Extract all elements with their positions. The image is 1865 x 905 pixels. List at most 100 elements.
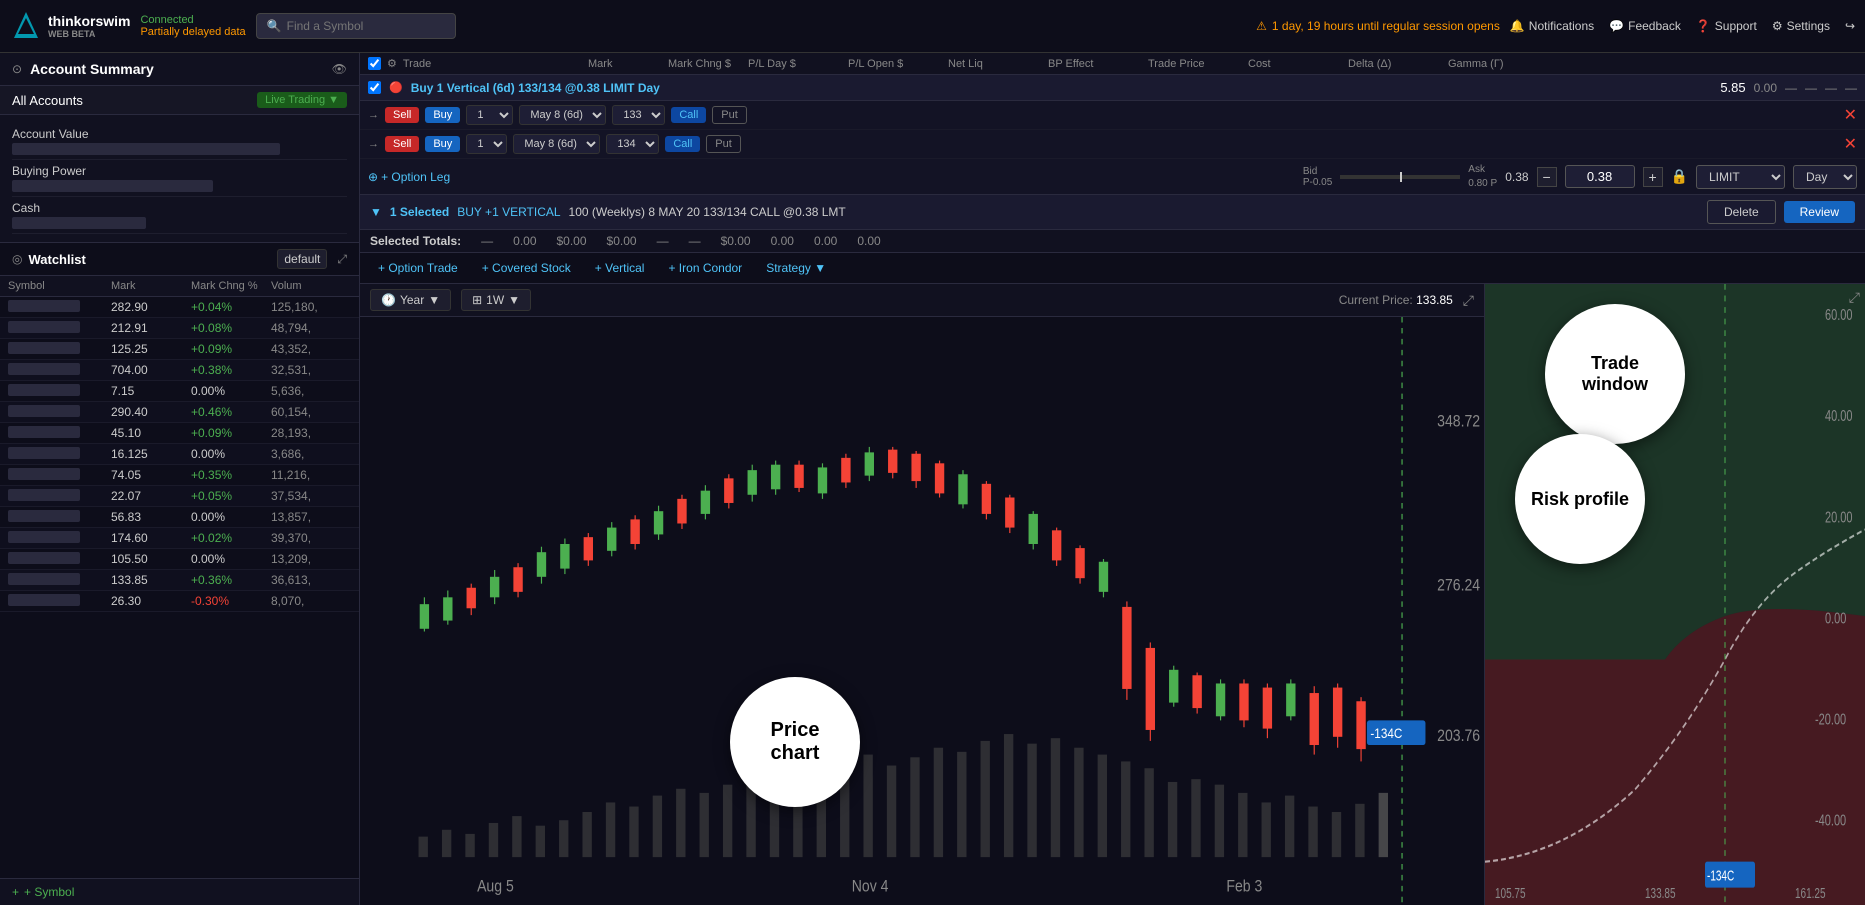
remove-leg-2-button[interactable]: ✕ <box>1844 134 1857 154</box>
qty-select-1[interactable]: 12510 <box>466 105 513 125</box>
delete-button[interactable]: Delete <box>1707 200 1776 224</box>
support-button[interactable]: ❓ Support <box>1696 19 1757 33</box>
svg-text:276.24: 276.24 <box>1437 577 1480 595</box>
call-button-2[interactable]: Call <box>665 136 700 152</box>
limit-type-select[interactable]: LIMITMARKET <box>1696 165 1785 189</box>
live-trading-badge[interactable]: Live Trading ▼ <box>257 92 347 108</box>
change-cell: +0.09% <box>191 342 271 356</box>
logout-button[interactable]: ↪ <box>1845 19 1855 33</box>
watchlist-row[interactable]: 22.07 +0.05% 37,534, <box>0 486 359 507</box>
change-cell: 0.00% <box>191 447 271 461</box>
totals-mark: — <box>481 234 493 248</box>
expand-icon[interactable]: ⤢ <box>337 252 347 267</box>
change-cell: +0.05% <box>191 489 271 503</box>
totals-val4: $0.00 <box>721 234 751 248</box>
sell-button-1[interactable]: Sell <box>385 107 419 123</box>
price-minus-button[interactable]: − <box>1537 167 1557 187</box>
session-warning: ⚠ 1 day, 19 hours until regular session … <box>1256 19 1500 33</box>
strategy-tab-strategy[interactable]: Strategy ▼ <box>758 258 834 278</box>
price-input[interactable] <box>1565 165 1635 188</box>
watchlist-row[interactable]: 282.90 +0.04% 125,180, <box>0 297 359 318</box>
watchlist-row[interactable]: 45.10 +0.09% 28,193, <box>0 423 359 444</box>
duration-select[interactable]: DayGTC <box>1793 165 1857 189</box>
watchlist-row[interactable]: 26.30 -0.30% 8,070, <box>0 591 359 612</box>
strike-select-1[interactable]: 133 <box>612 105 665 125</box>
volume-cell: 39,370, <box>271 531 351 545</box>
order-leg-2: → Sell Buy 1 May 8 (6d) 134 Call Put ✕ <box>360 130 1865 159</box>
watchlist-row[interactable]: 212.91 +0.08% 48,794, <box>0 318 359 339</box>
col-mark: Mark <box>111 280 191 292</box>
change-cell: +0.35% <box>191 468 271 482</box>
search-input[interactable] <box>287 19 437 33</box>
feedback-button[interactable]: 💬 Feedback <box>1609 19 1681 33</box>
watchlist-row[interactable]: 16.125 0.00% 3,686, <box>0 444 359 465</box>
ask-label: Ask <box>1468 164 1497 175</box>
put-button-1[interactable]: Put <box>712 106 747 124</box>
sell-button-2[interactable]: Sell <box>385 136 419 152</box>
totals-dash2: — <box>689 234 701 248</box>
notifications-button[interactable]: 🔔 Notifications <box>1510 19 1594 33</box>
current-price-label: Current Price: 133.85 <box>1339 293 1453 307</box>
volume-cell: 32,531, <box>271 363 351 377</box>
strategy-tab-option-trade[interactable]: + Option Trade <box>370 258 466 278</box>
buy-button-2[interactable]: Buy <box>425 136 460 152</box>
search-bar[interactable]: 🔍 <box>256 13 456 39</box>
watchlist-row[interactable]: 74.05 +0.35% 11,216, <box>0 465 359 486</box>
add-leg-button[interactable]: ⊕ + Option Leg <box>368 170 450 184</box>
svg-text:Aug 5: Aug 5 <box>477 877 514 895</box>
date-select-1[interactable]: May 8 (6d) <box>519 105 606 125</box>
watchlist-row[interactable]: 174.60 +0.02% 39,370, <box>0 528 359 549</box>
settings-button[interactable]: ⚙ Settings <box>1772 19 1830 33</box>
watchlist-header: ◎ Watchlist default ⤢ <box>0 242 359 276</box>
strategy-tab-covered-stock[interactable]: + Covered Stock <box>474 258 579 278</box>
mark-cell: 22.07 <box>111 489 191 503</box>
buy-button-1[interactable]: Buy <box>425 107 460 123</box>
strategy-tab-iron-condor[interactable]: + Iron Condor <box>660 258 750 278</box>
main-layout: ⊙ Account Summary 👁 All Accounts Live Tr… <box>0 53 1865 905</box>
trade-checkbox[interactable] <box>368 57 381 70</box>
watchlist-row[interactable]: 105.50 0.00% 13,209, <box>0 549 359 570</box>
totals-label: Selected Totals: <box>370 234 461 248</box>
watchlist-row[interactable]: 125.25 +0.09% 43,352, <box>0 339 359 360</box>
year-button[interactable]: 🕐 Year ▼ <box>370 289 451 311</box>
warning-icon: ⚠ <box>1256 19 1267 33</box>
watchlist-default-dropdown[interactable]: default <box>277 249 327 269</box>
watchlist-row[interactable]: 704.00 +0.38% 32,531, <box>0 360 359 381</box>
order-checkbox[interactable] <box>368 81 381 94</box>
symbol-cell <box>8 405 80 417</box>
watchlist-row[interactable]: 290.40 +0.46% 60,154, <box>0 402 359 423</box>
date-select-2[interactable]: May 8 (6d) <box>513 134 600 154</box>
expand-risk-button[interactable]: ⤢ <box>1849 289 1860 306</box>
interval-button[interactable]: ⊞ 1W ▼ <box>461 289 531 311</box>
lock-icon[interactable]: 🔒 <box>1671 168 1688 185</box>
strategy-tab-vertical[interactable]: + Vertical <box>587 258 653 278</box>
risk-chart-svg: 60.00 40.00 20.00 0.00 -20.00 -40.00 105… <box>1485 284 1865 905</box>
bid-ask-area: Bid P-0.05 Ask 0.80 P 0.38 − <box>1303 164 1857 189</box>
symbol-cell <box>8 573 80 585</box>
strike-select-2[interactable]: 134 <box>606 134 659 154</box>
expand-chart-button[interactable]: ⤢ <box>1463 292 1474 309</box>
put-button-2[interactable]: Put <box>706 135 741 153</box>
watchlist-row[interactable]: 56.83 0.00% 13,857, <box>0 507 359 528</box>
svg-text:60.00: 60.00 <box>1825 306 1853 323</box>
price-plus-button[interactable]: + <box>1643 167 1663 187</box>
mark-cell: 7.15 <box>111 384 191 398</box>
col-change: Mark Chng % <box>191 280 271 292</box>
watchlist-row[interactable]: 7.15 0.00% 5,636, <box>0 381 359 402</box>
trade-gear-icon[interactable]: ⚙ <box>387 57 397 70</box>
bid-label: Bid <box>1303 166 1332 177</box>
qty-select-2[interactable]: 1 <box>466 134 507 154</box>
call-button-1[interactable]: Call <box>671 107 706 123</box>
order-price: 5.85 <box>1720 80 1745 95</box>
watchlist-row[interactable]: 133.85 +0.36% 36,613, <box>0 570 359 591</box>
eye-icon[interactable]: 👁 <box>332 62 347 76</box>
totals-val2: $0.00 <box>557 234 587 248</box>
add-symbol-button[interactable]: + + Symbol <box>0 878 359 905</box>
col-pl-day: P/L Day $ <box>748 58 848 70</box>
remove-leg-1-button[interactable]: ✕ <box>1844 105 1857 125</box>
symbol-cell <box>8 510 80 522</box>
risk-chart: ⤢ 60.00 40.00 20.00 <box>1485 284 1865 905</box>
review-button[interactable]: Review <box>1784 201 1855 223</box>
feedback-icon: 💬 <box>1609 19 1624 33</box>
change-cell: +0.02% <box>191 531 271 545</box>
